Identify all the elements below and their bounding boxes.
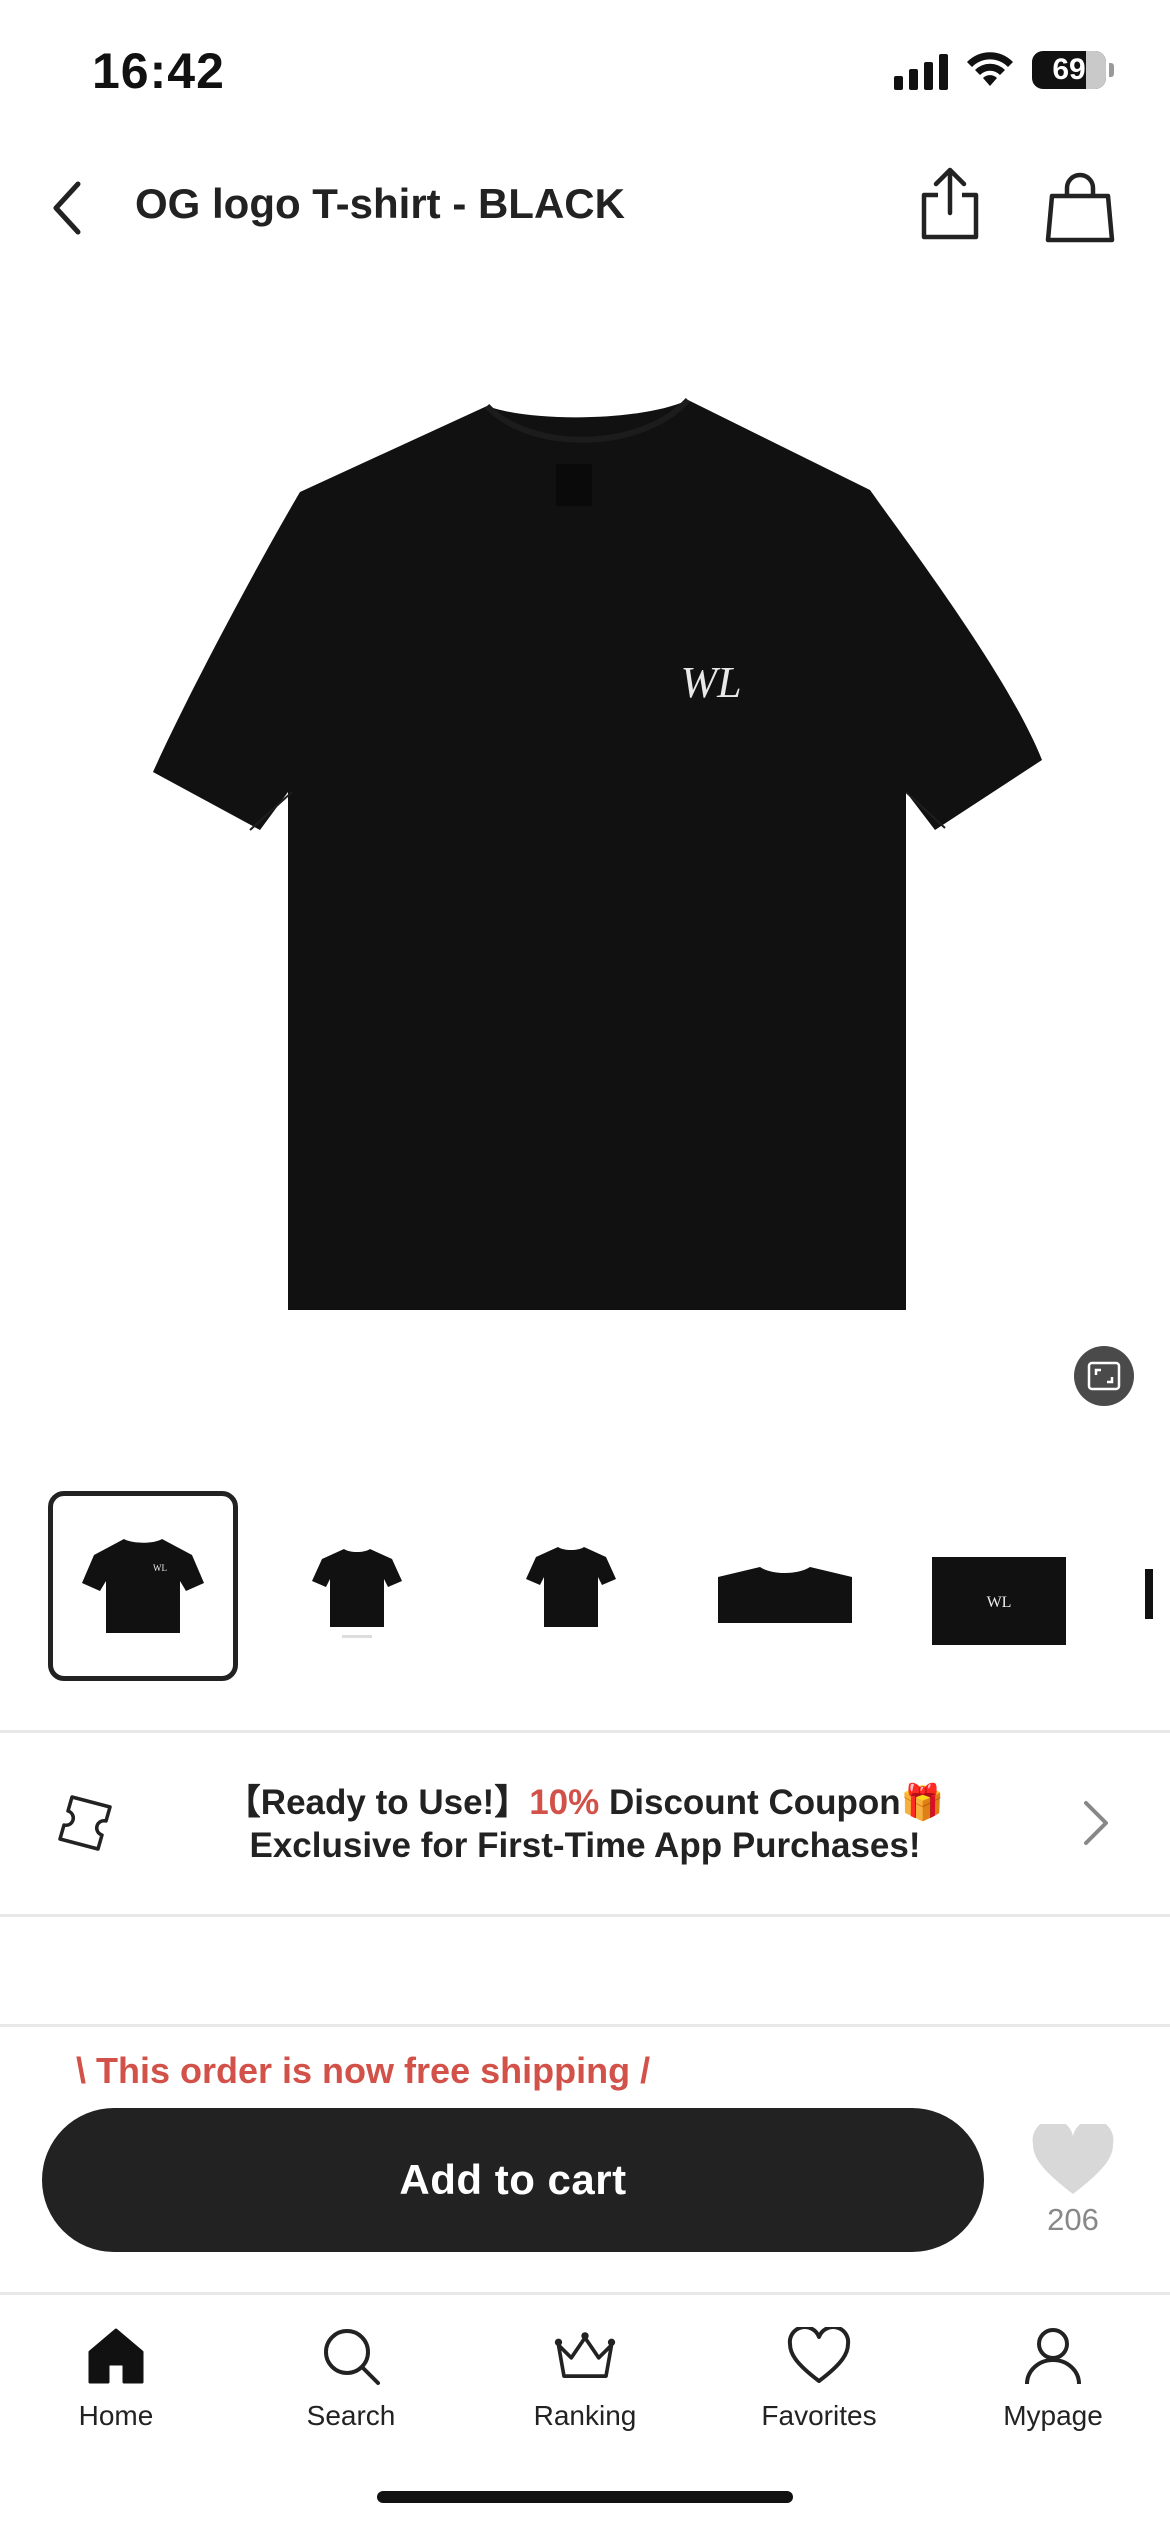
shopping-bag-icon	[1045, 172, 1115, 243]
coupon-line-1: 【Ready to Use!】10% Discount Coupon🎁	[135, 1781, 1035, 1824]
crown-icon	[554, 2332, 616, 2378]
wifi-icon	[967, 52, 1013, 86]
thumbnail-collar-detail[interactable]	[690, 1491, 880, 1681]
coupon-discount: 10%	[529, 1783, 600, 1822]
thumbnail-image	[526, 1547, 616, 1627]
svg-text:WL: WL	[153, 1563, 167, 1573]
heart-icon	[1032, 2124, 1114, 2194]
status-icons: 69	[894, 50, 1114, 90]
tab-label: Mypage	[1003, 2400, 1103, 2431]
share-button[interactable]	[910, 164, 990, 244]
thumbnail-image	[312, 1549, 402, 1638]
coupon-prefix: 【Ready to Use!】	[225, 1783, 530, 1822]
battery-level: 69	[1052, 53, 1086, 86]
coupon-suffix: Discount Coupon🎁	[599, 1783, 945, 1822]
signal-icon	[894, 50, 948, 90]
back-chevron-icon	[53, 181, 81, 235]
page-title: OG logo T-shirt - BLACK	[135, 180, 625, 227]
home-indicator	[377, 2491, 793, 2503]
thumbnail-image: WL	[82, 1539, 204, 1633]
expand-image-button[interactable]	[1074, 1346, 1134, 1406]
heart-icon	[787, 2327, 851, 2383]
svg-text:WL: WL	[987, 1594, 1012, 1611]
tab-label: Favorites	[761, 2400, 877, 2431]
thumbnail-logo-detail[interactable]: WL	[904, 1491, 1094, 1681]
search-icon	[324, 2329, 380, 2385]
coupon-line-2: Exclusive for First-Time App Purchases!	[249, 1826, 921, 1865]
thumbnail-strip[interactable]: WL WL	[48, 1490, 1170, 1682]
expand-icon	[1087, 1361, 1121, 1391]
chevron-right-icon	[1084, 1801, 1108, 1845]
tab-favorites[interactable]: Favorites	[719, 2324, 919, 2432]
tab-label: Search	[306, 2400, 396, 2431]
share-icon	[921, 167, 979, 240]
thumbnail-front-small[interactable]	[262, 1491, 452, 1681]
battery-icon: 69	[1032, 51, 1114, 89]
thumbnail-more[interactable]	[1118, 1491, 1158, 1681]
thumbnail-image	[1145, 1569, 1153, 1619]
tab-label: Home	[78, 2400, 154, 2431]
thumbnail-front[interactable]: WL	[48, 1491, 238, 1681]
tab-label: Ranking	[533, 2400, 637, 2431]
coupon-text: 【Ready to Use!】10% Discount Coupon🎁 Excl…	[135, 1781, 1035, 1867]
tab-mypage[interactable]: Mypage	[953, 2324, 1153, 2432]
tab-search[interactable]: Search	[251, 2324, 451, 2432]
tab-home[interactable]: Home	[16, 2324, 216, 2432]
thumbnail-image: WL	[932, 1557, 1066, 1645]
status-bar: 16:42 69	[0, 0, 1170, 150]
divider	[0, 1914, 1170, 1917]
chest-logo: WL	[680, 658, 741, 707]
thumbnail-image	[718, 1567, 852, 1623]
add-to-cart-button[interactable]: Add to cart	[42, 2108, 984, 2252]
tshirt-illustration: WL	[153, 397, 1042, 1310]
home-icon	[88, 2328, 144, 2384]
thumbnail-back[interactable]	[476, 1491, 666, 1681]
tab-ranking[interactable]: Ranking	[485, 2324, 685, 2432]
product-image[interactable]: WL	[0, 360, 1170, 1360]
status-time: 16:42	[92, 43, 225, 99]
divider	[0, 1730, 1170, 1733]
back-button[interactable]	[38, 178, 98, 238]
header: OG logo T-shirt - BLACK	[0, 150, 1170, 265]
divider	[0, 2024, 1170, 2027]
favorite-button[interactable]: 206	[1030, 2124, 1116, 2238]
coupon-icon	[58, 1795, 112, 1851]
free-shipping-notice: \ This order is now free shipping /	[76, 2050, 651, 2091]
cart-button[interactable]	[1036, 164, 1124, 252]
favorite-count: 206	[1047, 2202, 1099, 2237]
coupon-banner[interactable]: 【Ready to Use!】10% Discount Coupon🎁 Excl…	[0, 1735, 1170, 1915]
person-icon	[1025, 2328, 1081, 2385]
